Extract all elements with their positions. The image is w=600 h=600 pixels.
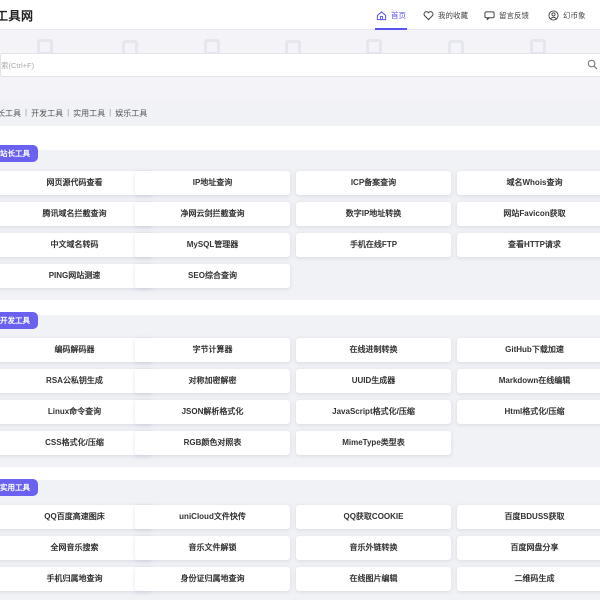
tool-card[interactable]: 网页源代码查看 [0, 171, 152, 195]
category-link[interactable]: 实用工具 [73, 108, 105, 119]
tool-card[interactable]: 字节计算器 [135, 338, 290, 362]
section-band [0, 467, 600, 480]
category-link[interactable]: 娱乐工具 [115, 108, 147, 119]
chat-icon [484, 10, 495, 21]
section-title: 开发工具 [0, 312, 38, 329]
tool-card[interactable]: 音乐文件解锁 [135, 536, 290, 560]
tool-card[interactable]: JSON解析格式化 [135, 400, 290, 424]
tool-card[interactable]: SEO综合查询 [135, 264, 290, 288]
tool-card[interactable]: QQ百度高速图床 [0, 505, 152, 529]
tool-card[interactable]: 数字IP地址转换 [296, 202, 451, 226]
tool-card[interactable]: Markdown在线编辑 [457, 369, 600, 393]
nav-user[interactable]: 幻币象 [548, 0, 586, 30]
user-icon [548, 9, 559, 21]
tool-card[interactable]: 身份证归属地查询 [135, 567, 290, 591]
section-band [0, 300, 600, 315]
tool-card[interactable]: 查看HTTP请求 [457, 233, 600, 257]
tool-card[interactable]: 在线图片编辑 [296, 567, 451, 591]
nav-user-label: 幻币象 [563, 10, 586, 20]
category-link[interactable]: 长工具 [0, 108, 21, 119]
category-links: 长工具 | 开发工具 | 实用工具 | 娱乐工具 [0, 108, 147, 119]
tool-card[interactable]: 百度网盘分享 [457, 536, 600, 560]
tool-card[interactable]: ICP备案查询 [296, 171, 451, 195]
tool-card[interactable]: 二维码生成 [457, 567, 600, 591]
tool-card[interactable]: 净网云剑拦截查询 [135, 202, 290, 226]
tool-card[interactable]: MySQL管理器 [135, 233, 290, 257]
tool-card[interactable]: 腾讯域名拦截查询 [0, 202, 152, 226]
tool-card[interactable]: uniCloud文件快传 [135, 505, 290, 529]
tool-card[interactable]: IP地址查询 [135, 171, 290, 195]
search-icon[interactable] [587, 59, 598, 70]
search-bar [0, 53, 600, 77]
tool-card[interactable]: 编码解码器 [0, 338, 152, 362]
nav-home-label: 首页 [391, 10, 406, 20]
tool-card[interactable]: Html格式化/压缩 [457, 400, 600, 424]
home-icon [376, 10, 387, 20]
tool-card[interactable]: RGB颜色对照表 [135, 431, 290, 455]
tool-card[interactable]: MimeType类型表 [296, 431, 451, 455]
tool-card[interactable]: 中文域名转码 [0, 233, 152, 257]
tool-card[interactable]: Linux命令查询 [0, 400, 152, 424]
nav-favorites[interactable]: 我的收藏 [423, 0, 468, 30]
tool-card[interactable]: 手机归属地查询 [0, 567, 152, 591]
top-header: 工具网 首页 我的收藏 留言反馈 幻币象 [0, 0, 600, 30]
tool-card[interactable]: 全网音乐搜索 [0, 536, 152, 560]
tool-card[interactable]: 音乐外链转换 [296, 536, 451, 560]
tool-card[interactable]: 域名Whois查询 [457, 171, 600, 195]
tool-card[interactable]: 百度BDUSS获取 [457, 505, 600, 529]
tool-card[interactable]: 网站Favicon获取 [457, 202, 600, 226]
tool-card[interactable]: 对称加密解密 [135, 369, 290, 393]
tool-card[interactable]: 在线进制转换 [296, 338, 451, 362]
search-input[interactable] [1, 54, 561, 76]
nav-home[interactable]: 首页 [375, 0, 407, 30]
site-logo[interactable]: 工具网 [0, 7, 34, 24]
tool-card[interactable]: PING网站测速 [0, 264, 152, 288]
tool-card[interactable]: QQ获取COOKIE [296, 505, 451, 529]
tool-card[interactable]: JavaScript格式化/压缩 [296, 400, 451, 424]
tool-card[interactable]: UUID生成器 [296, 369, 451, 393]
section-title: 站长工具 [0, 145, 38, 162]
nav-feedback-label: 留言反馈 [499, 10, 529, 20]
nav-feedback[interactable]: 留言反馈 [484, 0, 529, 30]
category-link[interactable]: 开发工具 [31, 108, 63, 119]
tool-card[interactable]: GitHub下载加速 [457, 338, 600, 362]
tool-card[interactable]: CSS格式化/压缩 [0, 431, 152, 455]
section-title: 实用工具 [0, 479, 38, 496]
tool-card[interactable]: RSA公私钥生成 [0, 369, 152, 393]
tool-card[interactable]: 手机在线FTP [296, 233, 451, 257]
section-band [0, 126, 600, 150]
nav-favorites-label: 我的收藏 [438, 10, 468, 20]
heart-icon [423, 10, 434, 20]
